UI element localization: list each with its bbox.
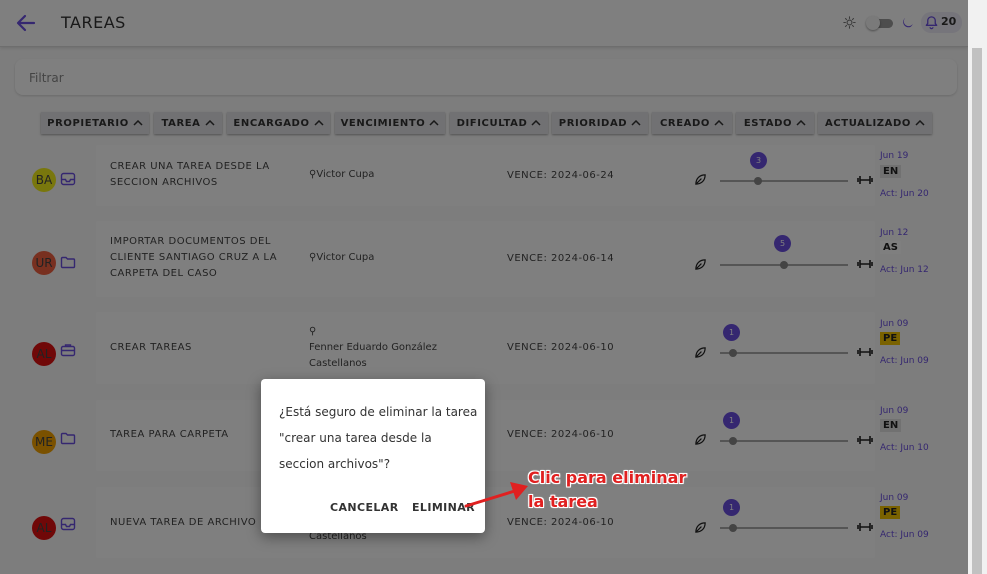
confirm-delete-dialog: ¿Está seguro de eliminar la tarea "crear… [261, 379, 485, 533]
scrollbar-thumb[interactable] [972, 48, 982, 574]
annotation-line-1: Clic para eliminar [528, 468, 687, 487]
cancel-button[interactable]: CANCELAR [330, 501, 399, 514]
annotation-arrow-icon [464, 482, 528, 508]
dialog-message: ¿Está seguro de eliminar la tarea "crear… [279, 405, 478, 471]
annotation-line-2: la tarea [528, 492, 598, 511]
annotation-callout: Clic para eliminar la tarea [528, 466, 686, 514]
scrollbar[interactable] [968, 0, 987, 574]
